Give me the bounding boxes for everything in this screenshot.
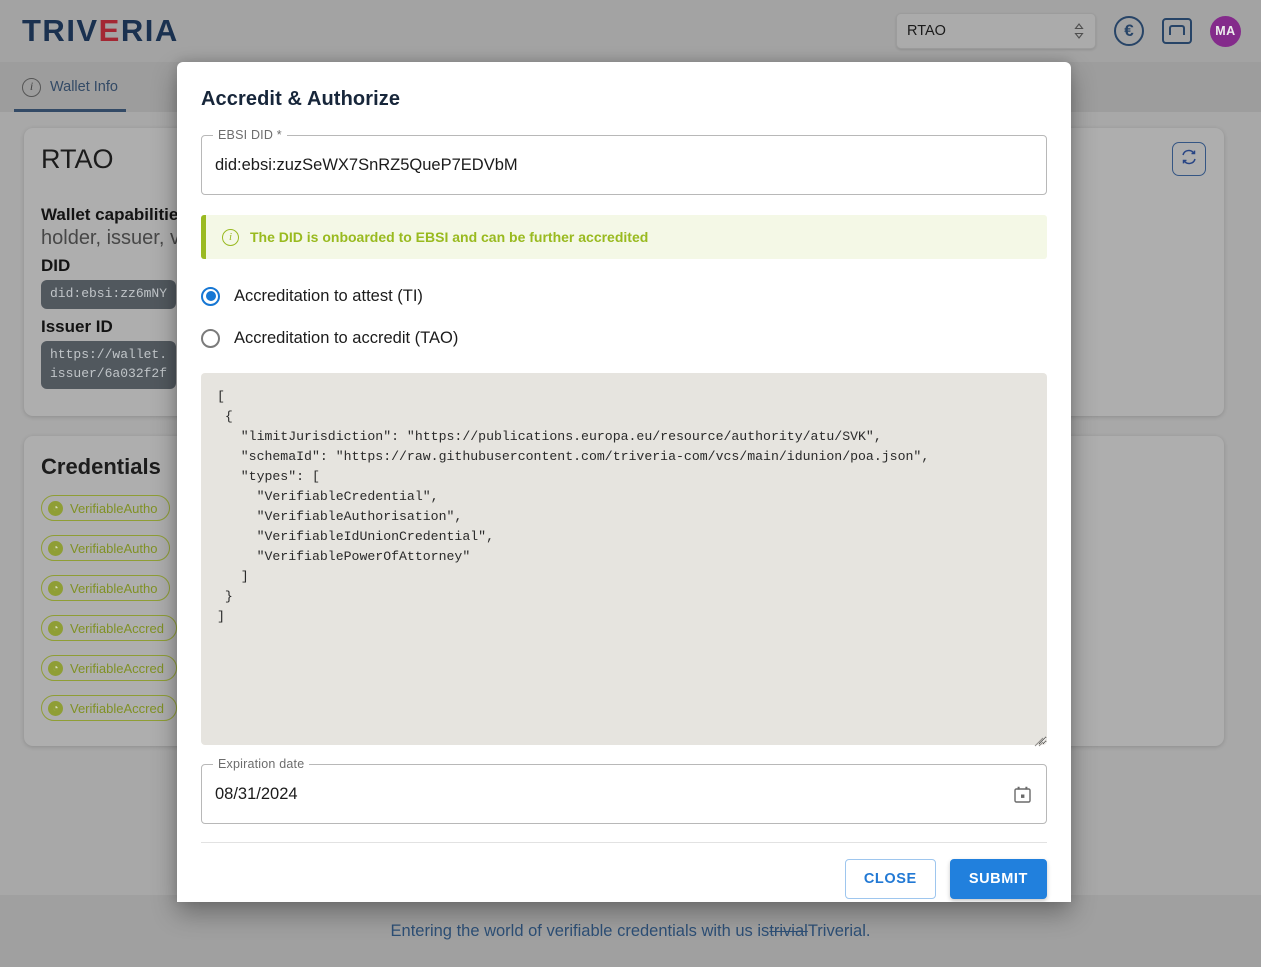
dialog-actions: CLOSE SUBMIT bbox=[177, 843, 1071, 902]
onboarded-alert-text: The DID is onboarded to EBSI and can be … bbox=[250, 229, 649, 245]
radio-option-1[interactable]: Accreditation to accredit (TAO) bbox=[201, 317, 1047, 359]
expiration-date-input[interactable] bbox=[202, 784, 1046, 804]
radio-option-label: Accreditation to attest (TI) bbox=[234, 286, 423, 305]
submit-button[interactable]: SUBMIT bbox=[949, 859, 1047, 899]
ebsi-did-field[interactable]: EBSI DID * bbox=[201, 128, 1047, 195]
ebsi-did-label: EBSI DID * bbox=[213, 128, 287, 142]
close-button[interactable]: CLOSE bbox=[844, 859, 936, 899]
constraints-json-wrapper bbox=[201, 359, 1047, 750]
expiration-date-field[interactable]: Expiration date bbox=[201, 757, 1047, 824]
dialog-body: EBSI DID * i The DID is onboarded to EBS… bbox=[177, 121, 1071, 824]
accredit-authorize-dialog: Accredit & Authorize EBSI DID * i The DI… bbox=[177, 62, 1071, 902]
expiration-date-label: Expiration date bbox=[213, 757, 310, 771]
accreditation-type-radio-group: Accreditation to attest (TI) Accreditatio… bbox=[201, 275, 1047, 359]
constraints-json-textarea[interactable] bbox=[201, 373, 1047, 745]
radio-selected-icon[interactable] bbox=[201, 286, 220, 306]
dialog-title: Accredit & Authorize bbox=[201, 88, 401, 110]
radio-unselected-icon[interactable] bbox=[201, 328, 220, 348]
calendar-icon[interactable] bbox=[1013, 785, 1032, 804]
ebsi-did-input[interactable] bbox=[202, 155, 1046, 175]
radio-option-label: Accreditation to accredit (TAO) bbox=[234, 328, 459, 347]
radio-option-0[interactable]: Accreditation to attest (TI) bbox=[201, 275, 1047, 317]
info-circle-icon: i bbox=[222, 228, 239, 246]
onboarded-alert: i The DID is onboarded to EBSI and can b… bbox=[201, 215, 1047, 259]
